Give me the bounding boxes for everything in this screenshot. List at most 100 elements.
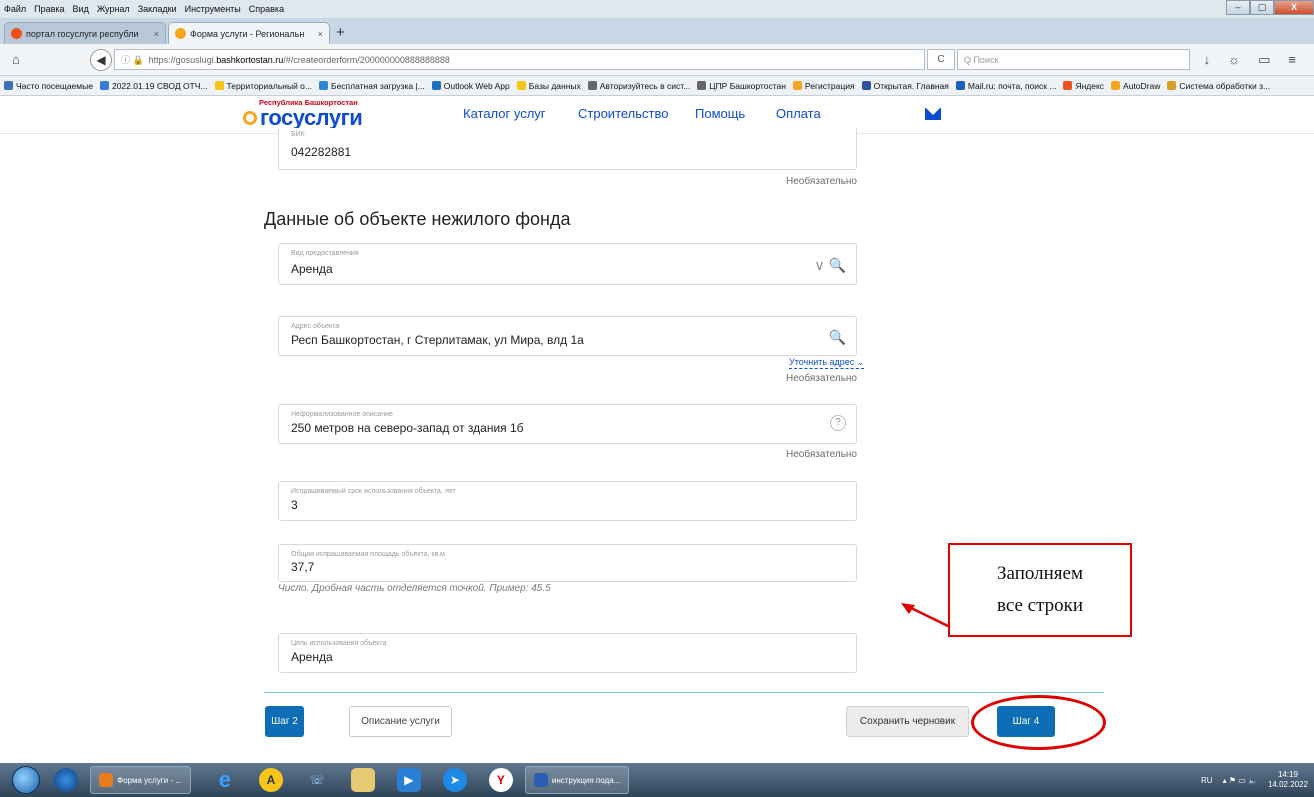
yandex-browser-icon[interactable]: Y <box>488 768 513 792</box>
language-indicator[interactable]: RU <box>1201 776 1213 785</box>
bookmark-icon <box>99 81 109 90</box>
bookmark-item[interactable]: Система обработки з... <box>1167 81 1270 91</box>
menu-help[interactable]: Справка <box>249 4 284 14</box>
menu-icon[interactable]: ≡ <box>1288 52 1296 68</box>
purpose-field[interactable]: Цель использования объекта Аренда <box>278 633 857 673</box>
bookmark-item[interactable]: Открытая. Главная <box>861 81 949 91</box>
menu-file[interactable]: Файл <box>4 4 26 14</box>
clarify-address-link[interactable]: Уточнить адрес ⌄ <box>789 357 865 369</box>
menu-history[interactable]: Журнал <box>97 4 130 14</box>
area-field[interactable]: Общая испрашиваемая площадь объекта, кв.… <box>278 544 857 582</box>
tab-close-icon[interactable]: × <box>154 29 159 39</box>
tab-portal[interactable]: портал госуслуги республи × <box>4 22 166 44</box>
bookmark-icon <box>214 81 224 90</box>
highlight-ellipse <box>971 695 1106 750</box>
site-info-icon[interactable]: ⓘ 🔒 <box>121 53 144 66</box>
field-value: 3 <box>291 498 298 512</box>
new-tab-button[interactable]: + <box>336 24 345 41</box>
bookmark-label: Регистрация <box>804 80 855 91</box>
system-tray: RU ▴ ⚑ ▭ 🔈 14:19 14.02.2022 <box>1201 763 1308 797</box>
back-button[interactable]: ◀ <box>89 48 112 71</box>
help-icon[interactable]: ? <box>830 415 846 431</box>
menu-bookmarks[interactable]: Закладки <box>138 4 177 14</box>
avast-icon[interactable]: A <box>258 768 283 792</box>
bik-field[interactable]: БИК 042282881 <box>278 128 857 170</box>
bookmark-item[interactable]: ЦПР Башкортостан <box>697 81 786 91</box>
nav-construction[interactable]: Строительство <box>578 106 668 121</box>
bookmark-icon <box>4 81 13 90</box>
nav-catalog[interactable]: Каталог услуг <box>463 106 546 121</box>
internet-explorer-icon[interactable]: e <box>213 767 237 792</box>
bookmark-item[interactable]: Бесплатная загрузка |... <box>319 81 425 91</box>
step-2-button[interactable]: Шаг 2 <box>265 706 304 737</box>
menu-view[interactable]: Вид <box>73 4 89 14</box>
tab-bar: портал госуслуги республи × Форма услуги… <box>0 18 1314 44</box>
gosuslugi-logo[interactable]: Республика Башкортостан госуслуги <box>243 98 363 129</box>
taskbar-task-firefox[interactable]: Форма услуги - ... <box>90 766 191 794</box>
tab-close-icon[interactable]: × <box>318 29 323 39</box>
minimize-button[interactable]: – <box>1226 0 1250 15</box>
gosuslugi-favicon-icon <box>175 28 186 39</box>
bookmark-item[interactable]: 2022.01.19 СВОД ОТЧ... <box>99 81 208 91</box>
reload-icon[interactable]: C <box>926 49 955 70</box>
chromium-icon[interactable] <box>54 768 78 792</box>
annotation-arrow-icon <box>901 603 951 629</box>
bookmark-item[interactable]: Авторизуйтесь в сист... <box>587 81 690 91</box>
bookmark-item[interactable]: Базы данных <box>516 81 581 91</box>
nav-payment[interactable]: Оплата <box>776 106 821 121</box>
menu-tools[interactable]: Инструменты <box>185 4 241 14</box>
nav-help[interactable]: Помощь <box>695 106 745 121</box>
tray-icons[interactable]: ▴ ⚑ ▭ 🔈 <box>1223 776 1258 785</box>
bookmark-label: ЦПР Башкортостан <box>709 80 786 91</box>
bookmark-item[interactable]: Регистрация <box>792 80 855 91</box>
task-label: Форма услуги - ... <box>117 775 182 785</box>
divider <box>264 692 1104 693</box>
extension-icon[interactable]: ☼ <box>1228 52 1240 68</box>
taskbar-task-word[interactable]: инструкция пода... <box>524 766 630 794</box>
downloads-icon[interactable]: ↓ <box>1204 52 1211 68</box>
bookmark-item[interactable]: Outlook Web App <box>431 81 510 91</box>
yandex-favicon-icon <box>11 28 22 39</box>
term-field[interactable]: Испрашиваемый срок использования объекта… <box>278 481 857 521</box>
menu-edit[interactable]: Правка <box>34 4 64 14</box>
home-icon[interactable]: ⌂ <box>6 52 26 67</box>
word-icon <box>533 773 548 787</box>
phone-icon[interactable]: ☏ <box>305 768 329 792</box>
bookmarks-bar: Часто посещаемые 2022.01.19 СВОД ОТЧ... Те… <box>0 76 1314 96</box>
clock-date: 14.02.2022 <box>1267 780 1308 789</box>
media-player-icon[interactable]: ▶ <box>396 768 421 792</box>
field-value: Аренда <box>291 650 333 664</box>
tab-label: Форма услуги - Региональн <box>190 28 305 39</box>
bookmark-item[interactable]: Яндекс <box>1063 81 1104 91</box>
maximize-button[interactable]: ▢ <box>1250 0 1274 15</box>
start-button[interactable] <box>12 766 40 794</box>
field-label: Адрес объекта <box>291 323 340 330</box>
address-field[interactable]: Адрес объекта Респ Башкортостан, г Стерл… <box>278 316 857 356</box>
provision-kind-select[interactable]: Вид предоставления Аренда ∨ 🔍 <box>278 243 857 285</box>
bookmark-item[interactable]: Часто посещаемые <box>4 81 93 91</box>
folder-icon[interactable] <box>350 768 375 792</box>
save-draft-button[interactable]: Сохранить черновик <box>846 706 969 737</box>
bookmark-item[interactable]: Mail.ru: почта, поиск ... <box>955 81 1056 91</box>
tab-service-form[interactable]: Форма услуги - Региональн × <box>168 22 330 44</box>
field-value: 042282881 <box>291 145 352 159</box>
mail-icon[interactable] <box>925 108 941 120</box>
bookmark-item[interactable]: Территориальный о... <box>214 81 312 91</box>
sidebar-icon[interactable]: ▭ <box>1258 52 1270 68</box>
url-prefix: https://gosuslugi. <box>148 54 217 65</box>
close-window-button[interactable]: X <box>1274 0 1314 15</box>
clock[interactable]: 14:19 14.02.2022 <box>1268 770 1308 790</box>
service-description-button[interactable]: Описание услуги <box>349 706 452 737</box>
address-bar[interactable]: ⓘ 🔒 https://gosuslugi. bashkortostan.ru/#… <box>113 49 925 70</box>
search-input[interactable]: Q Поиск <box>956 49 1190 70</box>
bookmark-icon <box>861 81 871 90</box>
taskbar: Форма услуги - ... e A ☏ ▶ ➤ Y инструкци… <box>0 763 1314 797</box>
search-icon[interactable]: 🔍 <box>829 329 846 346</box>
bookmark-item[interactable]: AutoDraw <box>1111 81 1160 91</box>
chevron-search-icon[interactable]: ∨ 🔍 <box>814 257 846 274</box>
url-domain: bashkortostan.ru <box>216 54 284 65</box>
telegram-icon[interactable]: ➤ <box>442 768 467 792</box>
bookmark-label: Яндекс <box>1075 80 1105 91</box>
field-label: Испрашиваемый срок использования объекта… <box>291 488 456 495</box>
description-field[interactable]: Неформализованное описание 250 метров на… <box>278 404 857 444</box>
